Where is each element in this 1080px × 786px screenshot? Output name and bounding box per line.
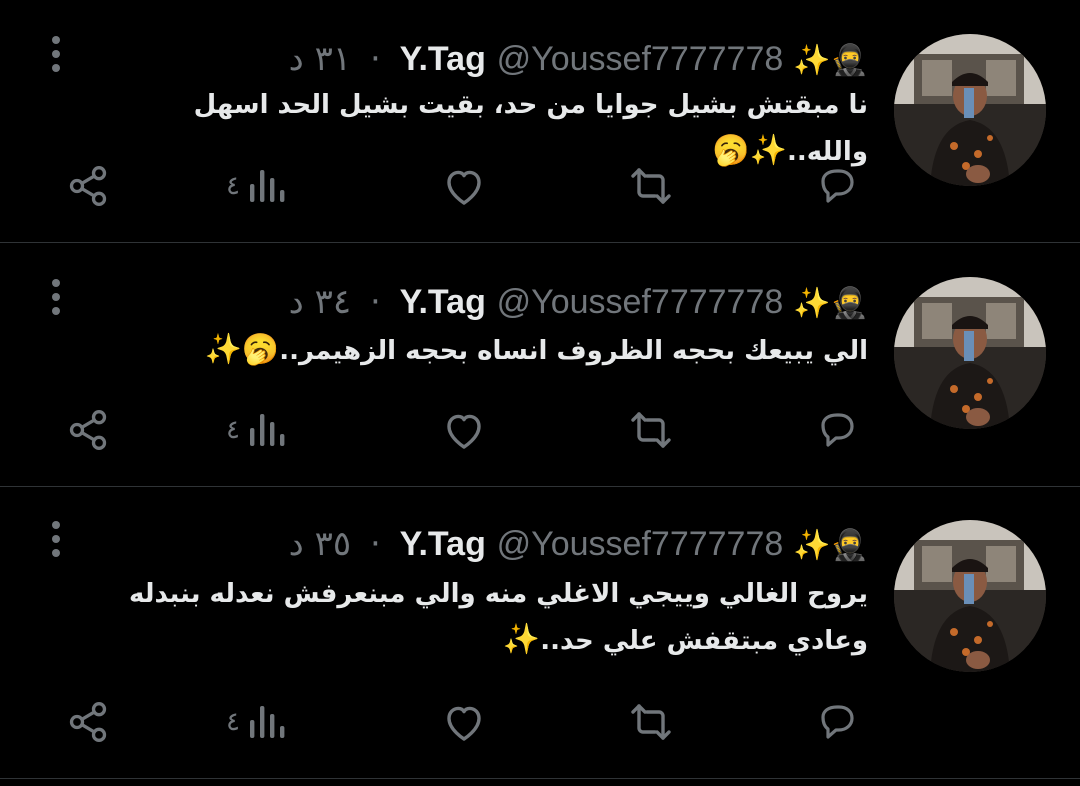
share-icon (69, 702, 107, 742)
separator-dot: · (369, 39, 381, 79)
tweet-feed: 🥷✨Y.Tag @Youssef7777778 · ٣١ د نا مبقتش … (0, 0, 1080, 786)
views-icon (249, 414, 285, 446)
user-handle[interactable]: @Youssef7777778 (497, 525, 784, 563)
tweet[interactable]: 🥷✨Y.Tag @Youssef7777778 · ٣١ د نا مبقتش … (0, 0, 1080, 243)
name-emoji: 🥷✨ (793, 43, 868, 78)
like-button[interactable] (440, 400, 488, 460)
share-button[interactable] (66, 692, 110, 752)
retweet-icon (631, 412, 671, 448)
tweet-body: يروح الغالي وييجي الاغلي منه والي مبنعرف… (128, 579, 868, 656)
action-bar: ٤ (0, 156, 1080, 216)
display-name[interactable]: Y.Tag (400, 525, 486, 563)
views-button[interactable]: ٤ (226, 692, 288, 752)
reply-button[interactable] (813, 692, 861, 752)
like-icon (447, 706, 481, 741)
reply-icon (821, 169, 854, 203)
views-count: ٤ (226, 171, 240, 201)
retweet-button[interactable] (626, 400, 676, 460)
like-button[interactable] (440, 692, 488, 752)
views-icon (249, 170, 285, 202)
share-icon (69, 410, 107, 450)
tweet-header: 🥷✨ Y.Tag @Youssef7777778 · ٣١ د (289, 38, 868, 82)
more-icon[interactable] (44, 34, 68, 74)
name-emoji: 🥷✨ (793, 528, 868, 563)
user-handle[interactable]: @Youssef7777778 (497, 283, 784, 321)
tweet-emoji: 🥱✨ (204, 332, 280, 367)
retweet-icon (631, 168, 671, 204)
reply-button[interactable] (813, 156, 861, 216)
tweet-emoji: ✨ (502, 622, 541, 657)
retweet-button[interactable] (626, 692, 676, 752)
user-handle[interactable]: @Youssef7777778 (497, 40, 784, 78)
like-icon (447, 414, 481, 449)
views-count: ٤ (226, 415, 240, 445)
reply-icon (821, 705, 854, 739)
like-icon (447, 170, 481, 205)
timestamp[interactable]: ٣١ د (289, 39, 351, 79)
views-button[interactable]: ٤ (226, 156, 288, 216)
share-button[interactable] (66, 400, 110, 460)
more-icon[interactable] (44, 519, 68, 559)
avatar[interactable] (894, 520, 1046, 672)
timestamp[interactable]: ٣٤ د (289, 282, 351, 322)
tweet-body: الي يبيعك بحجه الظروف انساه بحجه الزهيمر… (279, 336, 868, 366)
tweet-text: الي يبيعك بحجه الظروف انساه بحجه الزهيمر… (108, 327, 868, 374)
action-bar: ٤ (0, 692, 1080, 752)
tweet-text: يروح الغالي وييجي الاغلي منه والي مبنعرف… (108, 571, 868, 664)
reply-button[interactable] (813, 400, 861, 460)
share-button[interactable] (66, 156, 110, 216)
tweet-header: 🥷✨ Y.Tag @Youssef7777778 · ٣٥ د (289, 523, 868, 567)
retweet-button[interactable] (626, 156, 676, 216)
display-name[interactable]: Y.Tag (400, 283, 486, 321)
share-icon (69, 166, 107, 206)
name-emoji: 🥷✨ (793, 286, 868, 321)
separator-dot: · (369, 282, 381, 322)
views-icon (249, 706, 285, 738)
tweet[interactable]: 🥷✨ Y.Tag @Youssef7777778 · ٣٤ د الي يبيعك… (0, 243, 1080, 487)
tweet-header: 🥷✨ Y.Tag @Youssef7777778 · ٣٤ د (289, 281, 868, 325)
reply-icon (821, 413, 854, 447)
more-icon[interactable] (44, 277, 68, 317)
retweet-icon (631, 704, 671, 740)
tweet[interactable]: 🥷✨ Y.Tag @Youssef7777778 · ٣٥ د يروح الغا… (0, 487, 1080, 779)
like-button[interactable] (440, 156, 488, 216)
views-count: ٤ (226, 707, 240, 737)
separator-dot: · (369, 524, 381, 564)
action-bar: ٤ (0, 400, 1080, 460)
display-name[interactable]: Y.Tag (400, 40, 486, 78)
views-button[interactable]: ٤ (226, 400, 288, 460)
timestamp[interactable]: ٣٥ د (289, 524, 351, 564)
